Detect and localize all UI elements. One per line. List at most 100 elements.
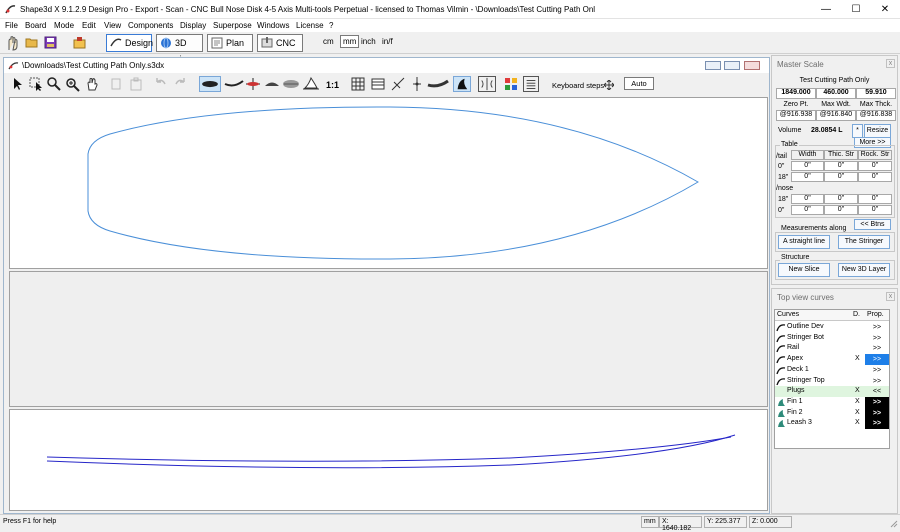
table-cell[interactable]: 0" [858,161,892,171]
table-cell[interactable]: 0" [791,205,824,215]
menu-board[interactable]: Board [25,21,46,30]
undo-icon[interactable] [153,76,169,92]
top-view-icon[interactable] [199,76,221,92]
table-cell[interactable]: 0" [824,205,858,215]
plan-button[interactable]: Plan [207,34,253,52]
zero-pt-value[interactable]: 1849.000 [776,88,816,99]
table-cell[interactable]: 0" [858,172,892,182]
curve-row-stringer-top[interactable]: Stringer Top >> [775,376,889,387]
cnc-button[interactable]: CNC [257,34,303,52]
curve-prop-button[interactable]: >> [865,322,889,333]
doc-restore-button[interactable] [724,61,740,70]
redo-icon[interactable] [172,76,188,92]
export-icon[interactable] [73,36,86,49]
curves-panel-close-icon[interactable]: x [886,292,895,301]
slice-view-pane[interactable] [9,271,768,407]
new-slice-button[interactable]: New Slice [778,263,830,277]
curve-row-outline-dev[interactable]: Outline Dev >> [775,322,889,333]
unit-mm[interactable]: mm [340,35,360,48]
curve-prop-button[interactable]: >> [865,354,889,366]
menu-superpose[interactable]: Superpose [213,21,252,30]
table-cell[interactable]: 0" [858,194,892,204]
unit-inch[interactable]: inch [361,37,376,46]
curve-display-flag[interactable]: X [855,409,860,416]
slice-view-icon[interactable] [244,76,262,92]
table-cell[interactable]: 0" [791,161,824,171]
unit-cm[interactable]: cm [323,37,334,46]
curve-display-flag[interactable]: X [855,419,860,426]
colors-icon[interactable] [503,76,519,92]
max-width-value[interactable]: 460.000 [816,88,856,99]
curve-row-stringer-bot[interactable]: Stringer Bot >> [775,333,889,344]
menu-view[interactable]: View [104,21,121,30]
doc-close-button[interactable] [744,61,760,70]
paste-disabled-icon[interactable] [128,76,144,92]
master-scale-close-icon[interactable]: x [886,59,895,68]
curve-prop-button[interactable]: >> [865,396,889,408]
rulers-icon[interactable] [370,76,386,92]
menu-edit[interactable]: Edit [82,21,96,30]
curve-prop-button[interactable]: >> [865,376,889,387]
menu-components[interactable]: Components [128,21,173,30]
select-points-icon[interactable] [28,76,44,92]
zoom-area-icon[interactable] [64,76,80,92]
menu-license[interactable]: License [296,21,324,30]
rocker-icon[interactable] [427,76,449,92]
minimize-button[interactable]: — [811,0,841,19]
star-button[interactable]: * [852,124,863,138]
3d-view-button[interactable]: 3D view [156,34,203,64]
table-cell[interactable]: 0" [824,172,858,182]
curve-prop-button[interactable]: << [865,386,889,397]
curve-row-apex[interactable]: Apex X >> [775,354,889,366]
curve-prop-button[interactable]: >> [865,407,889,419]
close-button[interactable]: ✕ [870,0,900,19]
design-button[interactable]: Design [106,34,153,52]
list-properties-icon[interactable] [523,76,539,92]
grid-icon[interactable] [350,76,366,92]
table-cell[interactable]: 0" [824,161,858,171]
curve-display-flag[interactable]: X [855,387,860,394]
copy-disabled-icon[interactable] [109,76,125,92]
fin-view-icon[interactable] [302,76,320,92]
max-thickness-value[interactable]: 59.910 [856,88,896,99]
curve-row-plugs[interactable]: Plugs X << [775,386,889,398]
curve-row-leash-3[interactable]: Leash 3 X >> [775,418,889,430]
curve-row-deck-1[interactable]: Deck 1 >> [775,365,889,376]
btns-button[interactable]: << Btns [854,219,891,230]
board-3d-icon[interactable] [282,76,300,92]
menu-mode[interactable]: Mode [54,21,74,30]
profile-view-pane[interactable] [9,409,768,511]
zoom-icon[interactable] [46,76,62,92]
table-cell[interactable]: 0" [791,172,824,182]
fin-tool-icon[interactable] [453,76,471,92]
curve-prop-button[interactable]: >> [865,333,889,344]
diagonal-tool-icon[interactable] [390,76,406,92]
curve-row-fin-1[interactable]: Fin 1 X >> [775,396,889,408]
curve-display-flag[interactable]: X [855,355,860,362]
top-view-pane[interactable] [9,97,768,269]
new-3d-layer-button[interactable]: New 3D Layer [838,263,890,277]
scale-1-to-1-button[interactable]: 1:1 [326,80,339,90]
curve-prop-button[interactable]: >> [865,418,889,430]
open-folder-icon[interactable] [25,36,38,49]
pointer-icon[interactable] [10,76,26,92]
curve-prop-button[interactable]: >> [865,365,889,376]
slice-shape-icon[interactable] [264,76,280,92]
stringer-button[interactable]: The Stringer [838,235,890,249]
profile-view-icon[interactable] [224,76,244,92]
table-cell[interactable]: 0" [791,194,824,204]
curve-display-flag[interactable]: X [855,398,860,405]
save-icon[interactable] [44,36,57,49]
doc-minimize-button[interactable] [705,61,721,70]
unit-in-f[interactable]: in/f [382,37,393,46]
hand-icon[interactable] [5,35,19,51]
straight-line-button[interactable]: A straight line [778,235,830,249]
maximize-button[interactable]: ☐ [841,0,871,19]
menu-help[interactable]: ? [329,21,333,30]
menu-display[interactable]: Display [180,21,206,30]
curve-row-fin-2[interactable]: Fin 2 X >> [775,407,889,419]
symmetry-icon[interactable] [478,76,496,92]
auto-step-button[interactable]: Auto [624,77,654,90]
curve-row-rail[interactable]: Rail >> [775,343,889,354]
curve-prop-button[interactable]: >> [865,343,889,354]
